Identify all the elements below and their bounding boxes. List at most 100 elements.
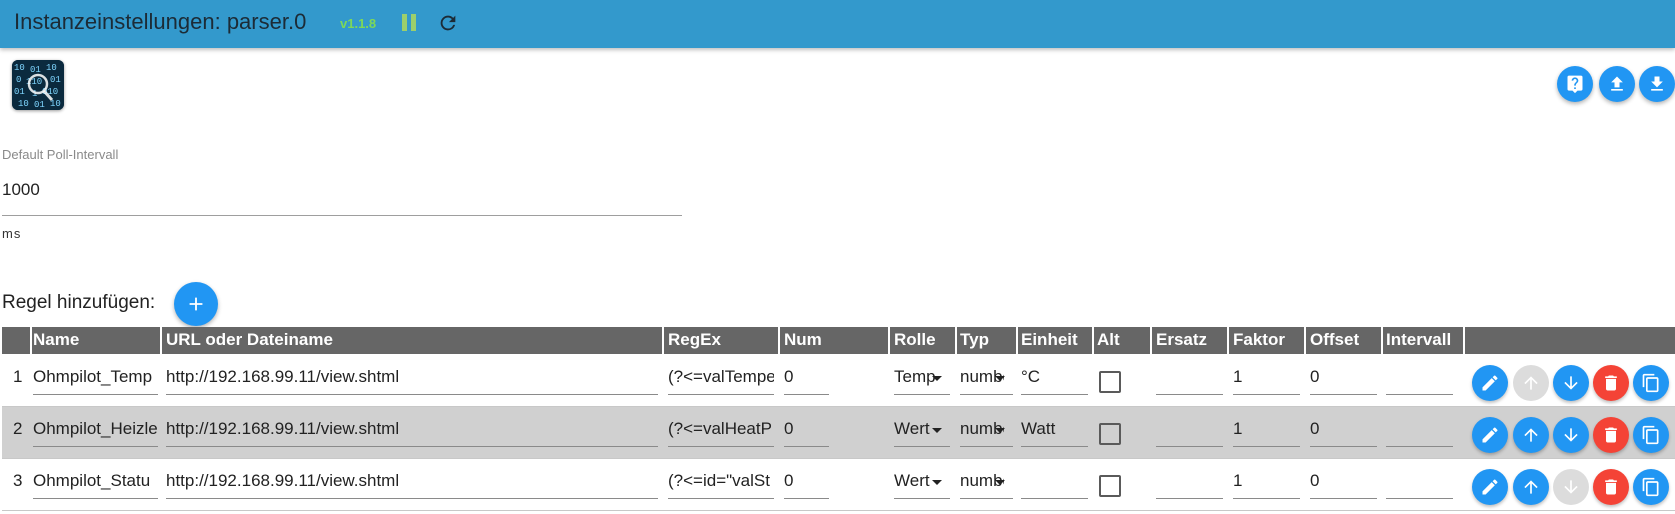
reload-icon[interactable] xyxy=(437,12,459,34)
table-row: 2 Ohmpilot_Heizle http://192.168.99.11/v… xyxy=(2,407,1675,458)
edit-button[interactable] xyxy=(1472,365,1508,401)
column-header-num[interactable]: Num xyxy=(784,330,822,350)
trash-icon xyxy=(1605,427,1617,443)
table-row: 1 Ohmpilot_Temp http://192.168.99.11/vie… xyxy=(2,355,1675,406)
rule-offset-input[interactable]: 0 xyxy=(1310,367,1376,387)
copy-button[interactable] xyxy=(1633,365,1669,401)
rules-table-header: Name URL oder Dateiname RegEx Num Rolle … xyxy=(2,327,1675,354)
rule-url-input[interactable]: http://192.168.99.11/view.shtml xyxy=(166,419,658,439)
adapter-logo: 10 01 10 0 110 01 01 1 010 10 01 10 xyxy=(12,60,64,110)
svg-text:01: 01 xyxy=(50,75,61,85)
download-button[interactable] xyxy=(1639,66,1675,102)
help-icon xyxy=(1567,75,1583,94)
move-up-button[interactable] xyxy=(1513,417,1549,453)
add-rule-label: Regel hinzufügen: xyxy=(2,292,156,313)
column-header-name[interactable]: Name xyxy=(33,330,79,350)
svg-text:10: 10 xyxy=(18,99,29,109)
table-row: 3 Ohmpilot_Statu http://192.168.99.11/vi… xyxy=(2,459,1675,510)
move-down-button xyxy=(1553,469,1589,505)
chevron-down-icon[interactable] xyxy=(932,428,942,433)
edit-button[interactable] xyxy=(1472,469,1508,505)
rule-rolle-select[interactable]: Temper xyxy=(894,367,936,387)
column-header-offset[interactable]: Offset xyxy=(1310,330,1359,350)
rule-alt-checkbox[interactable] xyxy=(1099,371,1121,393)
rule-num-input[interactable]: 0 xyxy=(784,367,829,387)
rule-faktor-input[interactable]: 1 xyxy=(1233,471,1299,491)
rule-name-input[interactable]: Ohmpilot_Statu xyxy=(33,471,158,491)
poll-interval-underline xyxy=(2,215,682,216)
column-header-intervall[interactable]: Intervall xyxy=(1386,330,1451,350)
svg-text:01: 01 xyxy=(30,65,41,75)
rule-url-input[interactable]: http://192.168.99.11/view.shtml xyxy=(166,471,658,491)
move-up-button[interactable] xyxy=(1513,469,1549,505)
rule-regex-input[interactable]: (?<=id="valSt xyxy=(668,471,774,491)
plus-icon xyxy=(189,297,203,311)
rule-faktor-input[interactable]: 1 xyxy=(1233,367,1299,387)
move-up-button xyxy=(1513,365,1549,401)
chevron-down-icon[interactable] xyxy=(995,376,1005,381)
poll-interval-input[interactable] xyxy=(2,180,682,200)
rule-url-input[interactable]: http://192.168.99.11/view.shtml xyxy=(166,367,658,387)
pencil-icon xyxy=(1482,427,1498,443)
arrow-up-icon xyxy=(1524,376,1538,390)
column-header-regex[interactable]: RegEx xyxy=(668,330,721,350)
download-icon xyxy=(1651,76,1663,91)
row-index: 2 xyxy=(13,419,23,438)
rule-alt-checkbox[interactable] xyxy=(1099,475,1121,497)
column-header-ersatz[interactable]: Ersatz xyxy=(1156,330,1207,350)
move-down-button[interactable] xyxy=(1553,365,1589,401)
delete-button[interactable] xyxy=(1593,417,1629,453)
row-index: 1 xyxy=(13,367,23,386)
rule-regex-input[interactable]: (?<=valTempe xyxy=(668,367,774,387)
column-header-rolle[interactable]: Rolle xyxy=(894,330,936,350)
rule-einheit-input[interactable]: °C xyxy=(1021,367,1087,387)
rule-name-input[interactable]: Ohmpilot_Temp xyxy=(33,367,158,387)
edit-button[interactable] xyxy=(1472,417,1508,453)
trash-icon xyxy=(1605,479,1617,495)
rule-num-input[interactable]: 0 xyxy=(784,471,829,491)
column-header-typ[interactable]: Typ xyxy=(960,330,989,350)
app-header: Instanzeinstellungen: parser.0 v1.1.8 xyxy=(0,0,1675,48)
delete-button[interactable] xyxy=(1593,365,1629,401)
rule-offset-input[interactable]: 0 xyxy=(1310,419,1376,439)
svg-text:01: 01 xyxy=(14,87,25,97)
copy-button[interactable] xyxy=(1633,417,1669,453)
chevron-down-icon[interactable] xyxy=(932,376,942,381)
delete-button[interactable] xyxy=(1593,469,1629,505)
column-header-einheit[interactable]: Einheit xyxy=(1021,330,1078,350)
upload-icon xyxy=(1611,76,1623,91)
copy-icon xyxy=(1642,373,1659,393)
svg-text:10: 10 xyxy=(14,63,25,73)
version-badge: v1.1.8 xyxy=(340,16,377,31)
help-button[interactable] xyxy=(1557,66,1593,102)
column-header-alt[interactable]: Alt xyxy=(1097,330,1120,350)
column-header-url[interactable]: URL oder Dateiname xyxy=(166,330,333,350)
chevron-down-icon[interactable] xyxy=(995,428,1005,433)
pencil-icon xyxy=(1482,375,1498,391)
copy-button[interactable] xyxy=(1633,469,1669,505)
upload-button[interactable] xyxy=(1599,66,1635,102)
trash-icon xyxy=(1605,375,1617,391)
svg-text:10: 10 xyxy=(50,99,61,109)
arrow-down-icon xyxy=(1564,428,1578,442)
svg-text:0: 0 xyxy=(16,75,21,85)
rule-num-input[interactable]: 0 xyxy=(784,419,829,439)
move-down-button[interactable] xyxy=(1553,417,1589,453)
rule-name-input[interactable]: Ohmpilot_Heizle xyxy=(33,419,158,439)
pause-icon[interactable] xyxy=(402,14,416,32)
arrow-down-icon xyxy=(1564,376,1578,390)
chevron-down-icon[interactable] xyxy=(932,480,942,485)
arrow-down-icon xyxy=(1564,480,1578,494)
rule-rolle-select[interactable]: Wert xyxy=(894,471,936,491)
chevron-down-icon[interactable] xyxy=(995,480,1005,485)
rule-alt-checkbox[interactable] xyxy=(1099,423,1121,445)
rule-regex-input[interactable]: (?<=valHeatP xyxy=(668,419,774,439)
copy-icon xyxy=(1642,425,1659,445)
copy-icon xyxy=(1642,477,1659,497)
rule-faktor-input[interactable]: 1 xyxy=(1233,419,1299,439)
rule-rolle-select[interactable]: Wert xyxy=(894,419,936,439)
add-rule-button[interactable] xyxy=(174,282,218,326)
column-header-faktor[interactable]: Faktor xyxy=(1233,330,1285,350)
rule-offset-input[interactable]: 0 xyxy=(1310,471,1376,491)
rule-einheit-input[interactable]: Watt xyxy=(1021,419,1087,439)
